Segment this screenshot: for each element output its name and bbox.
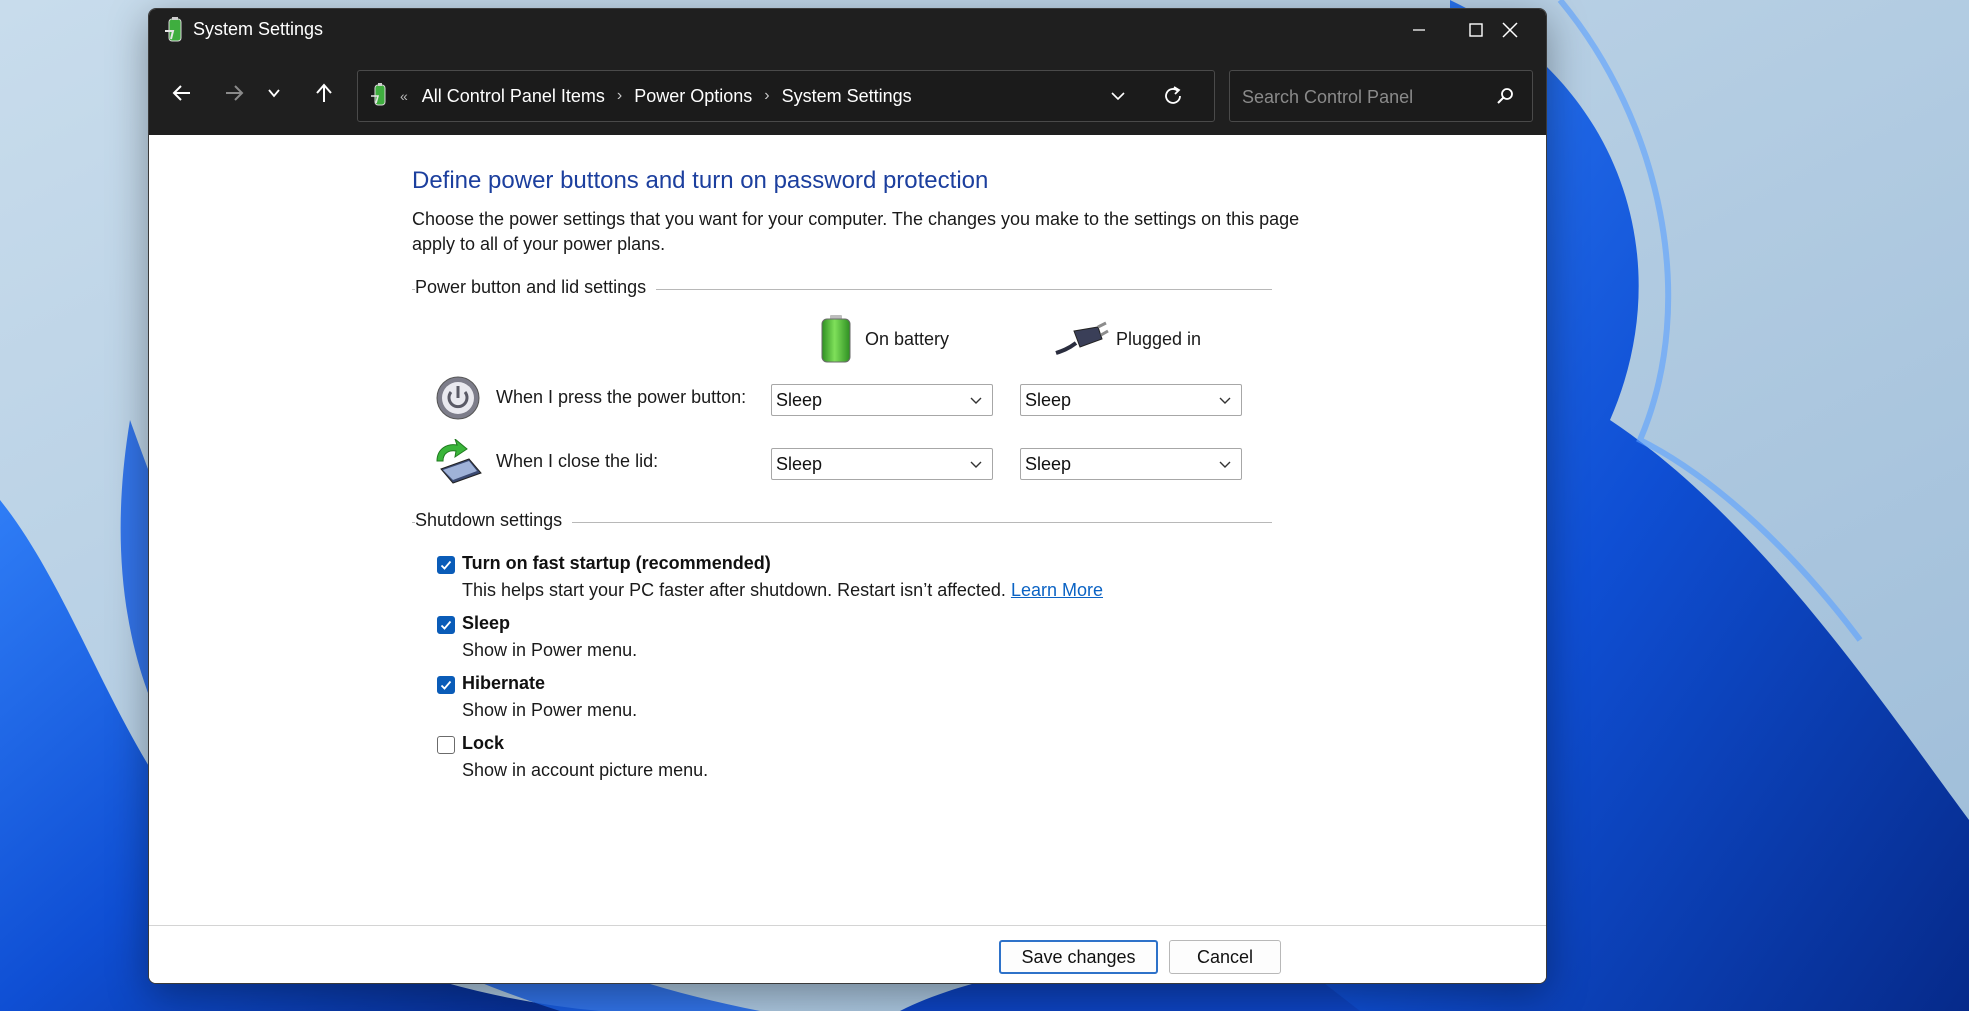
checkmark-icon <box>440 560 452 570</box>
lock-option-title[interactable]: Lock <box>462 733 504 754</box>
power-icon <box>436 376 480 420</box>
address-dropdown-button[interactable] <box>1103 83 1133 109</box>
fast-startup-title[interactable]: Turn on fast startup (recommended) <box>462 553 771 574</box>
hibernate-checkbox[interactable] <box>437 676 455 694</box>
plugged-in-column-header: Plugged in <box>1054 315 1201 363</box>
search-box[interactable] <box>1229 70 1533 123</box>
on-battery-label: On battery <box>865 328 950 349</box>
breadcrumb-separator-icon: › <box>616 87 623 104</box>
page-title: Define power buttons and turn on passwor… <box>412 167 989 194</box>
close-button[interactable] <box>1475 9 1545 51</box>
power-button-plugged-in-select[interactable]: Sleep <box>1020 384 1242 416</box>
back-arrow-icon <box>172 85 190 101</box>
page-description: Choose the power settings that you want … <box>412 209 1300 254</box>
checkmark-icon <box>440 680 452 690</box>
chevron-down-icon <box>1219 461 1231 468</box>
shutdown-section-label: Shutdown settings <box>415 510 573 531</box>
breadcrumb-all-control-panel-items[interactable]: All Control Panel Items <box>422 86 605 107</box>
breadcrumb-power-options[interactable]: Power Options <box>634 86 752 107</box>
recent-chevron-icon <box>268 89 280 98</box>
sleep-option-description: Show in Power menu. <box>462 640 638 660</box>
hibernate-option-title[interactable]: Hibernate <box>462 673 545 694</box>
fast-startup-description: This helps start your PC faster after sh… <box>462 580 1103 601</box>
power-options-address-icon <box>371 83 386 106</box>
navigation-bar: « All Control Panel Items › Power Option… <box>149 51 1546 135</box>
on-battery-column-header: On battery <box>819 315 949 363</box>
chevron-down-icon <box>1219 397 1231 404</box>
chevron-down-icon <box>970 397 982 404</box>
refresh-icon <box>1165 86 1181 104</box>
breadcrumb-separator-icon: › <box>764 87 770 104</box>
title-bar[interactable]: System Settings <box>149 9 1546 51</box>
power-section-label: Power button and lid settings <box>415 277 657 298</box>
plug-icon <box>1055 321 1109 355</box>
selected-value: Sleep <box>776 390 823 410</box>
forward-arrow-icon <box>226 85 244 101</box>
footer-bar: Save changes Cancel <box>149 925 1546 983</box>
learn-more-link[interactable]: Learn More <box>1011 580 1103 600</box>
recent-locations-button[interactable] <box>259 73 289 113</box>
cancel-button[interactable]: Cancel <box>1169 940 1281 974</box>
close-lid-plugged-in-select[interactable]: Sleep <box>1020 448 1242 480</box>
fast-startup-description-text: This helps start your PC faster after sh… <box>462 580 1006 600</box>
window-title: System Settings <box>193 19 324 39</box>
sleep-checkbox[interactable] <box>437 616 455 634</box>
up-arrow-icon <box>316 83 332 102</box>
lock-checkbox[interactable] <box>437 736 455 754</box>
sleep-option-title[interactable]: Sleep <box>462 613 510 634</box>
save-changes-button[interactable]: Save changes <box>999 940 1158 974</box>
search-input[interactable] <box>1240 71 1484 123</box>
chevron-down-icon <box>970 461 982 468</box>
selected-value: Sleep <box>1025 390 1072 410</box>
power-button-row-label: When I press the power button: <box>496 387 747 407</box>
minimize-icon <box>1413 29 1425 31</box>
lock-option-description: Show in account picture menu. <box>462 760 709 780</box>
chevron-down-icon <box>1111 92 1125 101</box>
control-panel-window: System Settings « All Control Panel Item… <box>148 8 1547 984</box>
breadcrumb: « All Control Panel Items › Power Option… <box>400 71 912 121</box>
back-button[interactable] <box>163 73 201 113</box>
close-lid-on-battery-select[interactable]: Sleep <box>771 448 993 480</box>
address-bar[interactable]: « All Control Panel Items › Power Option… <box>357 70 1215 122</box>
up-button[interactable] <box>305 73 343 113</box>
close-lid-row-label: When I close the lid: <box>496 451 659 471</box>
checkmark-icon <box>440 620 452 630</box>
selected-value: Sleep <box>776 454 823 474</box>
breadcrumb-system-settings[interactable]: System Settings <box>782 86 912 107</box>
search-icon[interactable] <box>1492 83 1518 109</box>
breadcrumb-overflow[interactable]: « <box>400 88 408 104</box>
close-icon <box>1502 22 1518 38</box>
refresh-button[interactable] <box>1158 83 1188 109</box>
power-button-on-battery-select[interactable]: Sleep <box>771 384 993 416</box>
laptop-lid-icon <box>436 439 482 484</box>
forward-button[interactable] <box>215 73 253 113</box>
fast-startup-checkbox[interactable] <box>437 556 455 574</box>
plugged-in-label: Plugged in <box>1116 328 1202 349</box>
battery-icon <box>821 315 851 363</box>
hibernate-option-description: Show in Power menu. <box>462 700 638 720</box>
main-content: Define power buttons and turn on passwor… <box>149 135 1546 925</box>
selected-value: Sleep <box>1025 454 1072 474</box>
power-options-app-icon <box>165 17 182 42</box>
